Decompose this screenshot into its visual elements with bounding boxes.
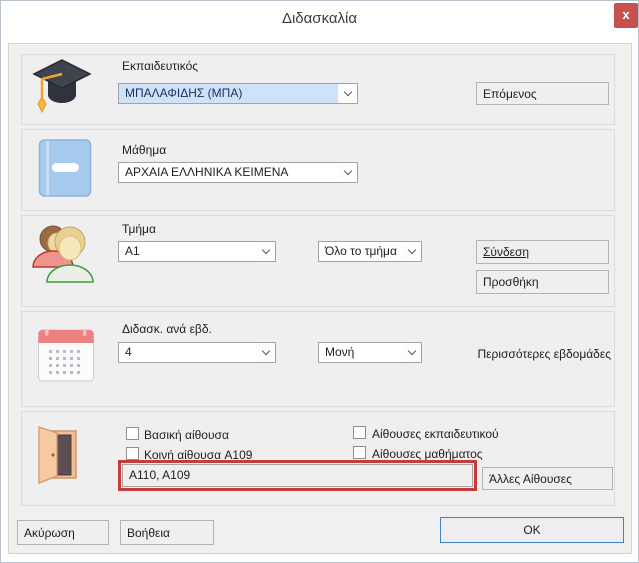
teacher-combobox-value: ΜΠΑΛΑΦΙΔΗΣ (ΜΠΑ) bbox=[119, 84, 338, 103]
week-parity-value: Μονή bbox=[319, 343, 402, 362]
other-rooms-button[interactable]: Άλλες Αίθουσες bbox=[482, 467, 613, 490]
weekly-label: Διδασκ. ανά εβδ. bbox=[122, 322, 212, 336]
teacher-label: Εκπαιδευτικός bbox=[122, 59, 198, 73]
students-icon bbox=[29, 222, 95, 284]
red-highlight-annotation: A110, A109 bbox=[118, 460, 477, 491]
chevron-down-icon[interactable] bbox=[256, 343, 275, 362]
class-combobox-value: A1 bbox=[119, 242, 256, 261]
more-weeks-link[interactable]: Περισσότερες εβδομάδες bbox=[421, 347, 611, 361]
connect-button[interactable]: Σύνδεση bbox=[476, 240, 609, 264]
checkbox-subject-rooms-label[interactable]: Αίθουσες μαθήματος bbox=[372, 447, 483, 461]
chevron-down-icon[interactable] bbox=[338, 84, 357, 103]
next-button[interactable]: Επόμενος bbox=[476, 82, 609, 105]
window-title: Διδασκαλία bbox=[1, 10, 638, 27]
add-button[interactable]: Προσθήκη bbox=[476, 270, 609, 294]
subject-label: Μάθημα bbox=[122, 143, 166, 157]
subject-combobox[interactable]: ΑΡΧΑΙΑ ΕΛΛΗΝΙΚΑ ΚΕΙΜΕΝΑ bbox=[118, 162, 358, 183]
cancel-button[interactable]: Ακύρωση bbox=[17, 520, 109, 545]
checkbox-shared-room[interactable] bbox=[126, 447, 139, 460]
class-combobox[interactable]: A1 bbox=[118, 241, 276, 262]
class-scope-combobox[interactable]: Όλο το τμήμα bbox=[318, 241, 422, 262]
teacher-combobox[interactable]: ΜΠΑΛΑΦΙΔΗΣ (ΜΠΑ) bbox=[118, 83, 358, 104]
graduation-cap-icon bbox=[31, 57, 93, 117]
section-rooms bbox=[21, 411, 615, 506]
ok-button[interactable]: OK bbox=[440, 517, 624, 543]
checkbox-subject-rooms[interactable] bbox=[353, 446, 366, 459]
door-icon bbox=[37, 424, 79, 484]
help-button[interactable]: Βοήθεια bbox=[120, 520, 214, 545]
chevron-down-icon[interactable] bbox=[402, 242, 421, 261]
checkbox-basic-room[interactable] bbox=[126, 427, 139, 440]
book-icon bbox=[38, 138, 92, 198]
weekly-count-combobox[interactable]: 4 bbox=[118, 342, 276, 363]
weekly-count-value: 4 bbox=[119, 343, 256, 362]
checkbox-basic-room-label[interactable]: Βασική αίθουσα bbox=[144, 428, 229, 442]
checkbox-teacher-rooms[interactable] bbox=[353, 426, 366, 439]
close-button[interactable]: x bbox=[614, 3, 638, 28]
week-parity-combobox[interactable]: Μονή bbox=[318, 342, 422, 363]
class-label: Τμήμα bbox=[122, 222, 156, 236]
chevron-down-icon[interactable] bbox=[338, 163, 357, 182]
calendar-icon bbox=[37, 328, 95, 384]
chevron-down-icon[interactable] bbox=[402, 343, 421, 362]
rooms-field[interactable]: A110, A109 bbox=[122, 464, 473, 487]
subject-combobox-value: ΑΡΧΑΙΑ ΕΛΛΗΝΙΚΑ ΚΕΙΜΕΝΑ bbox=[119, 163, 338, 182]
checkbox-teacher-rooms-label[interactable]: Αίθουσες εκπαιδευτικού bbox=[372, 427, 499, 441]
teaching-dialog: Διδασκαλία x Εκπαιδευτικός ΜΠΑΛΑΦΙΔΗΣ (Μ… bbox=[0, 0, 639, 563]
close-icon: x bbox=[622, 7, 629, 22]
chevron-down-icon[interactable] bbox=[256, 242, 275, 261]
class-scope-value: Όλο το τμήμα bbox=[319, 242, 402, 261]
